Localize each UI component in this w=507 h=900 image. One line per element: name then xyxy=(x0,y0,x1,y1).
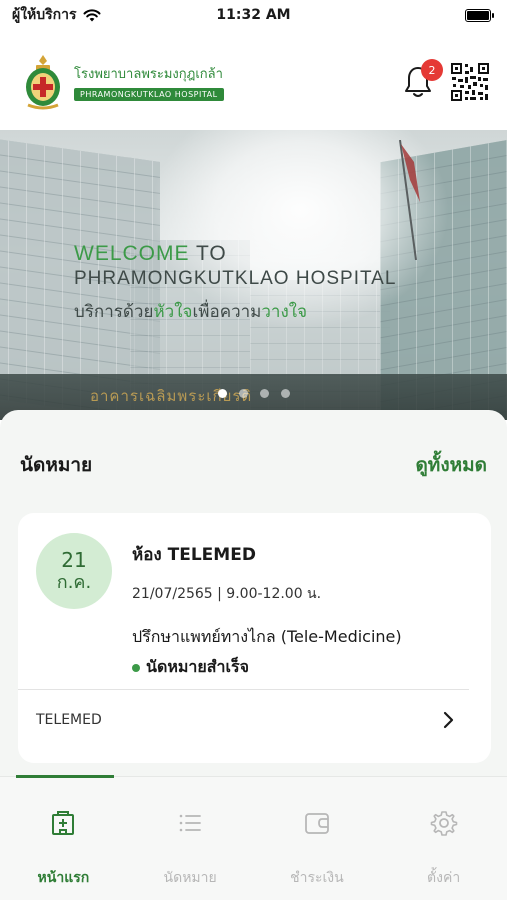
appointment-footer-row[interactable]: TELEMED xyxy=(36,711,455,729)
appointment-footer-label: TELEMED xyxy=(36,712,102,728)
carousel-dot[interactable] xyxy=(280,389,290,398)
welcome-to: TO xyxy=(189,242,227,265)
appointment-status: นัดหมายสำเร็จ xyxy=(132,655,249,680)
hospital-icon xyxy=(52,811,75,835)
appointment-service: ปรึกษาแพทย์ทางไกล (Tele-Medicine) xyxy=(132,627,402,646)
bottom-tab-bar: หน้าแรก นัดหมาย ชำระเงิน ตั้งค่า xyxy=(0,775,507,900)
tab-home-label: หน้าแรก xyxy=(37,870,90,886)
hospital-name-th: โรงพยาบาลพระมงกุฎเกล้า xyxy=(74,67,223,82)
tab-payment[interactable]: ชำระเงิน xyxy=(254,777,381,900)
header-actions: 2 xyxy=(403,59,489,101)
hospital-logo-icon xyxy=(26,55,60,110)
carousel-dot[interactable] xyxy=(217,389,227,398)
appointment-card[interactable]: 21 ก.ค. ห้อง TELEMED 21/07/2565 | 9.00-1… xyxy=(18,513,491,763)
carousel-dot[interactable] xyxy=(259,389,269,398)
content-sheet: นัดหมาย ดูทั้งหมด 21 ก.ค. ห้อง TELEMED 2… xyxy=(0,410,507,780)
chevron-right-icon xyxy=(443,711,454,729)
appointment-room: ห้อง TELEMED xyxy=(132,545,256,565)
hero-banner[interactable]: WELCOME TO PHRAMONGKUTKLAO HOSPITAL บริก… xyxy=(0,130,507,420)
appointments-title: นัดหมาย xyxy=(20,454,93,476)
tab-appointments-label: นัดหมาย xyxy=(163,870,217,886)
status-carrier-group: ผู้ให้บริการ xyxy=(12,4,101,26)
hospital-brand: โรงพยาบาลพระมงกุฎเกล้า PHRAMONGKUTKLAO H… xyxy=(20,53,224,111)
tab-payment-label: ชำระเงิน xyxy=(290,870,344,886)
appointment-datetime: 21/07/2565 | 9.00-12.00 น. xyxy=(132,586,322,602)
carousel-dot[interactable] xyxy=(238,389,248,398)
appointment-status-label: นัดหมายสำเร็จ xyxy=(146,657,249,676)
appointment-date-badge: 21 ก.ค. xyxy=(36,533,112,609)
status-dot-icon xyxy=(132,663,140,672)
gear-icon xyxy=(430,811,457,836)
card-divider xyxy=(18,689,469,690)
flag-icon xyxy=(399,140,420,260)
banner-slogan: บริการด้วยหัวใจเพื่อความวางใจ xyxy=(74,302,308,322)
status-bar: ผู้ให้บริการ 11:32 AM xyxy=(0,0,507,30)
notification-badge: 2 xyxy=(421,59,443,81)
banner-hospital-line: PHRAMONGKUTKLAO HOSPITAL xyxy=(74,268,397,289)
banner-welcome: WELCOME TO PHRAMONGKUTKLAO HOSPITAL บริก… xyxy=(74,242,396,325)
carrier-label: ผู้ให้บริการ xyxy=(12,7,77,23)
tab-home[interactable]: หน้าแรก xyxy=(0,777,127,900)
hospital-name-en: PHRAMONGKUTKLAO HOSPITAL xyxy=(74,88,224,101)
wallet-icon xyxy=(304,813,329,834)
notification-button[interactable]: 2 xyxy=(403,59,443,99)
appointment-day: 21 xyxy=(61,548,87,572)
wifi-icon xyxy=(83,9,101,22)
welcome-word: WELCOME xyxy=(74,242,190,265)
see-all-link[interactable]: ดูทั้งหมด xyxy=(415,450,487,480)
battery-icon xyxy=(465,8,494,22)
qr-code-icon[interactable] xyxy=(451,63,489,101)
tab-settings[interactable]: ตั้งค่า xyxy=(380,777,507,900)
tab-settings-label: ตั้งค่า xyxy=(427,870,461,886)
appointments-header: นัดหมาย ดูทั้งหมด xyxy=(20,450,487,480)
app-header: โรงพยาบาลพระมงกุฎเกล้า PHRAMONGKUTKLAO H… xyxy=(0,36,507,128)
tab-appointments[interactable]: นัดหมาย xyxy=(127,777,254,900)
appointment-month: ก.ค. xyxy=(56,572,92,593)
list-icon xyxy=(179,814,202,832)
carousel-dots xyxy=(0,389,507,398)
